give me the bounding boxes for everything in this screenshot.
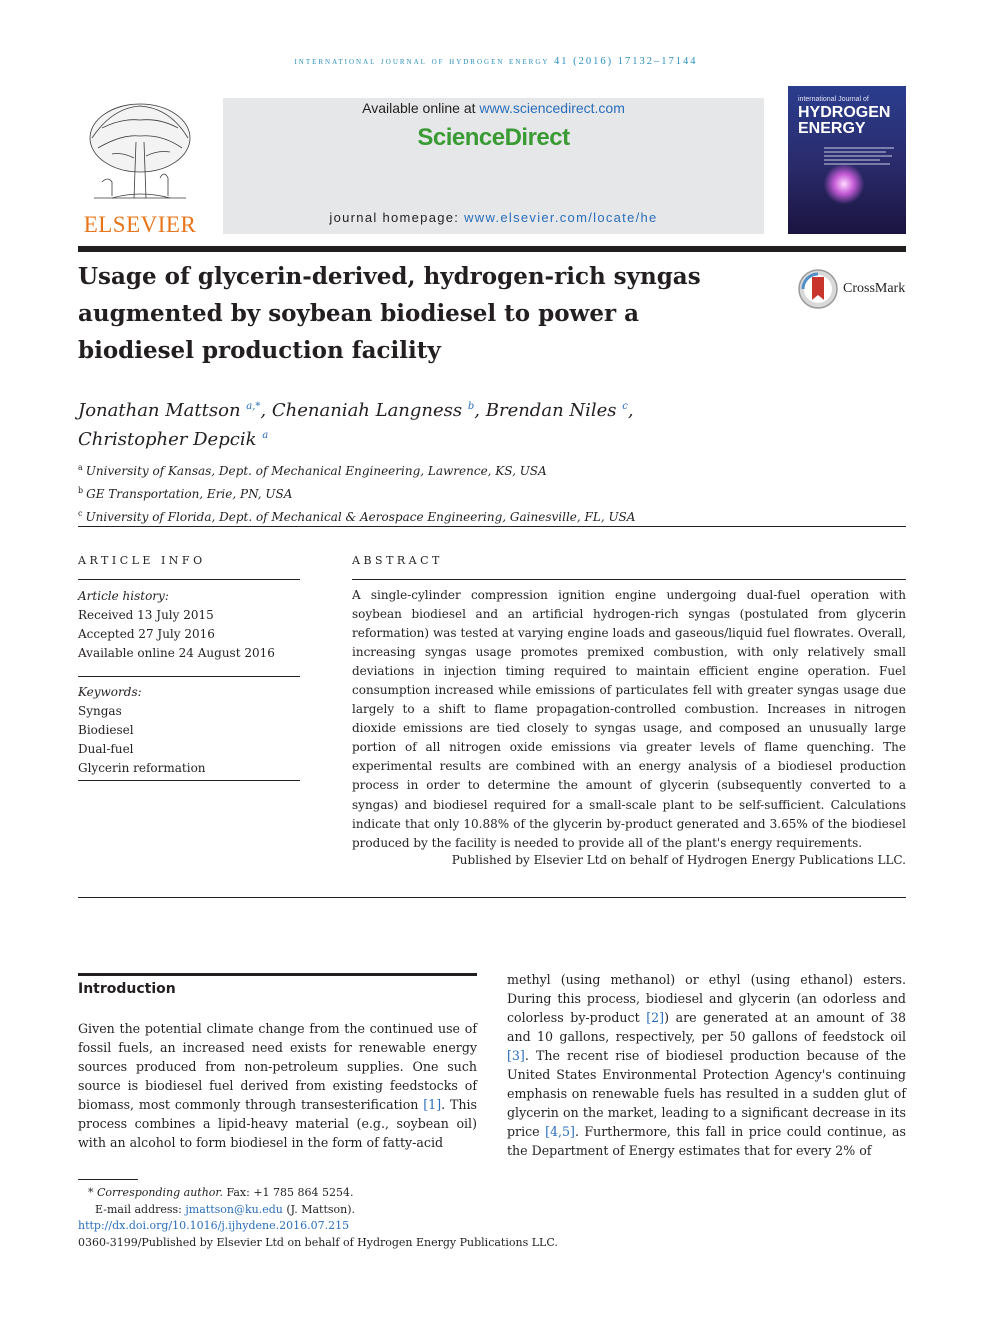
body-text-left: Given the potential climate change from … [78, 1021, 477, 1151]
article-title: Usage of glycerin-derived, hydrogen-rich… [78, 263, 701, 364]
affiliation: c University of Florida, Dept. of Mechani… [78, 509, 636, 524]
affiliations: a University of Kansas, Dept. of Mechanic… [78, 458, 838, 527]
abstract-publisher-note: Published by Elsevier Ltd on behalf of H… [451, 853, 906, 867]
history-accepted: Accepted 27 July 2016 [78, 627, 215, 641]
divider [78, 676, 300, 677]
keyword: Dual-fuel [78, 742, 134, 756]
author[interactable]: Brendan Niles c [486, 400, 628, 421]
citation-link[interactable]: [1] [423, 1097, 441, 1112]
crossmark-label[interactable]: CrossMark [843, 281, 905, 297]
cover-subtitle: international Journal of [798, 96, 869, 103]
author[interactable]: Jonathan Mattson a,* [78, 400, 260, 421]
header-rule [78, 246, 906, 252]
issn-note: 0360-3199/Published by Elsevier Ltd on b… [78, 1235, 558, 1249]
keywords: Keywords: Syngas Biodiesel Dual-fuel Gly… [78, 683, 300, 778]
divider [352, 579, 906, 580]
section-divider [78, 526, 906, 527]
article-info-heading: ARTICLE INFO [78, 554, 206, 567]
journal-citation: international journal of hydrogen energy… [294, 56, 698, 67]
abstract-heading: ABSTRACT [352, 554, 443, 567]
keyword: Syngas [78, 704, 122, 718]
body-text-right: methyl (using methanol) or ethyl (using … [507, 972, 907, 1159]
cover-title: HYDROGEN ENERGY [798, 104, 891, 137]
elsevier-tree-logo-icon [89, 103, 191, 199]
corresponding-author-note: * Corresponding author. Fax: +1 785 864 … [88, 1186, 354, 1199]
abstract-text: A single-cylinder compression ignition e… [352, 588, 906, 850]
journal-homepage-link[interactable]: www.elsevier.com/locate/he [464, 210, 657, 225]
history-online: Available online 24 August 2016 [78, 646, 275, 660]
affiliation: b GE Transportation, Erie, PN, USA [78, 486, 293, 501]
introduction-heading: Introduction [78, 981, 176, 997]
email-link[interactable]: jmattson@ku.edu [185, 1203, 282, 1216]
divider [78, 780, 300, 781]
citation-link[interactable]: [2] [646, 1010, 664, 1025]
available-online: Available online at www.sciencedirect.co… [362, 100, 625, 116]
history-received: Received 13 July 2015 [78, 608, 214, 622]
citation-link[interactable]: [4,5] [545, 1124, 575, 1139]
divider [78, 579, 300, 580]
citation-link[interactable]: [3] [507, 1048, 525, 1063]
author[interactable]: Christopher Depcik a [78, 429, 268, 450]
sciencedirect-banner: Available online at www.sciencedirect.co… [223, 98, 764, 234]
sciencedirect-link[interactable]: www.sciencedirect.com [479, 100, 625, 116]
journal-cover-image: international Journal of HYDROGEN ENERGY [788, 86, 906, 234]
affiliation: a University of Kansas, Dept. of Mechanic… [78, 463, 547, 478]
article-history: Article history: Received 13 July 2015 A… [78, 587, 300, 663]
journal-homepage: journal homepage: www.elsevier.com/locat… [329, 210, 658, 225]
footnote-rule [78, 1179, 138, 1180]
footnotes: * Corresponding author. Fax: +1 785 864 … [78, 1185, 678, 1251]
author-list: Jonathan Mattson a,*, Chenaniah Langness… [78, 400, 634, 450]
email-note: E-mail address: jmattson@ku.edu (J. Matt… [95, 1202, 355, 1216]
doi-link[interactable]: http://dx.doi.org/10.1016/j.ijhydene.201… [78, 1219, 349, 1232]
elsevier-wordmark: ELSEVIER [83, 212, 197, 237]
crossmark-icon[interactable] [797, 268, 839, 310]
column-rule [78, 973, 477, 976]
sciencedirect-logo: ScienceDirect [417, 124, 570, 151]
keyword: Biodiesel [78, 723, 134, 737]
keyword: Glycerin reformation [78, 761, 206, 775]
cover-glow-icon [824, 164, 864, 204]
author[interactable]: Chenaniah Langness b [272, 400, 474, 421]
section-divider [78, 897, 906, 898]
